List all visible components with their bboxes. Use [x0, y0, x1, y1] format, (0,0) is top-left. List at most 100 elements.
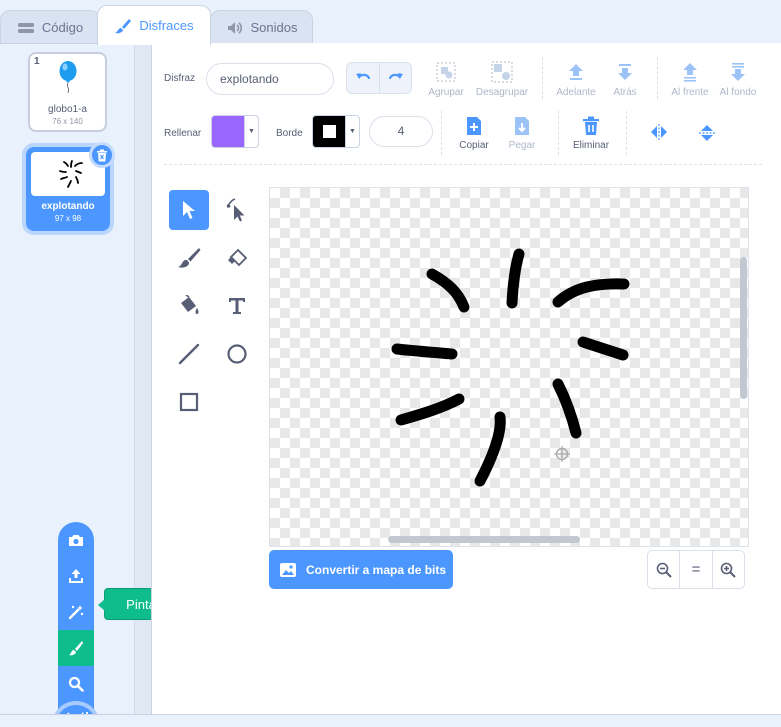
separator [441, 111, 442, 155]
copy-icon [467, 117, 481, 135]
flip-vertical-button[interactable] [677, 123, 737, 147]
costume-size: 76 x 140 [52, 117, 83, 126]
add-costume-menu [58, 522, 94, 722]
delete-button[interactable]: Eliminar [561, 116, 621, 151]
forward-label: Adelante [556, 87, 596, 98]
costume-size: 97 x 98 [54, 214, 82, 223]
brush-icon [115, 18, 132, 33]
redo-button[interactable] [379, 63, 411, 93]
zoom-reset-label: = [691, 561, 701, 578]
line-icon [178, 343, 200, 365]
backward-button[interactable]: Atrás [595, 61, 655, 98]
tab-sounds[interactable]: Sonidos [210, 10, 313, 44]
outline-width-input[interactable]: 4 [369, 116, 433, 147]
delete-costume-button[interactable] [89, 142, 115, 168]
line-tool[interactable] [169, 334, 209, 374]
redo-icon [388, 73, 403, 80]
zoom-out-button[interactable] [648, 551, 679, 588]
to-back-label: Al fondo [719, 87, 757, 98]
separator [558, 111, 559, 155]
dropdown-caret-icon: ▼ [349, 128, 356, 135]
zoom-in-icon [721, 562, 737, 578]
circle-icon [227, 344, 247, 364]
select-arrow-icon [183, 201, 195, 219]
to-back-button[interactable]: Al fondo [708, 61, 768, 98]
ungroup-icon [491, 61, 513, 83]
group-button[interactable]: Agrupar [416, 61, 476, 98]
trash-icon [583, 116, 599, 135]
outline-color-swatch [313, 116, 346, 147]
outline-label: Borde [276, 128, 303, 139]
undo-button[interactable] [347, 63, 379, 93]
costume-list: 1 globo1-a 76 x 140 2 explotando 97 x 98 [0, 43, 178, 727]
costume-name-label: Disfraz [164, 73, 196, 84]
upload-icon [69, 569, 83, 583]
convert-to-bitmap-button[interactable]: Convertir a mapa de bits [269, 550, 453, 589]
rectangle-icon [179, 392, 199, 412]
brush-icon [178, 248, 201, 268]
costume-number: 1 [34, 56, 40, 67]
tab-costumes[interactable]: Disfraces [97, 5, 211, 45]
upload-button[interactable] [58, 558, 94, 594]
camera-button[interactable] [58, 522, 94, 558]
canvas-horizontal-scrollbar[interactable] [388, 536, 580, 543]
rectangle-tool[interactable] [169, 382, 209, 422]
circle-tool[interactable] [217, 334, 257, 374]
eraser-icon [228, 248, 248, 267]
paint-canvas[interactable] [269, 187, 749, 547]
text-tool[interactable] [217, 286, 257, 326]
to-back-icon [731, 63, 745, 81]
to-front-icon [683, 63, 697, 82]
copy-label: Copiar [459, 140, 489, 151]
canvas-vertical-scrollbar[interactable] [740, 257, 747, 399]
paste-button[interactable]: Pegar [492, 116, 552, 151]
costume-item-selected[interactable]: 2 explotando 97 x 98 [26, 142, 115, 231]
fill-color-picker[interactable]: ▼ [211, 115, 259, 148]
paste-icon [515, 117, 529, 135]
convert-label: Convertir a mapa de bits [306, 562, 447, 577]
tab-code-label: Código [41, 20, 84, 35]
costume-item[interactable]: 1 globo1-a 76 x 140 [28, 52, 107, 132]
undo-icon [356, 73, 371, 80]
fill-tool[interactable] [169, 286, 209, 326]
reshape-tool[interactable] [217, 190, 257, 230]
text-icon [229, 298, 245, 314]
to-front-label: Al frente [671, 87, 709, 98]
rotation-center-icon [554, 446, 570, 462]
backward-icon [618, 64, 632, 80]
image-icon [280, 562, 296, 577]
flip-horizontal-icon [651, 124, 667, 140]
zoom-reset-button[interactable]: = [679, 551, 711, 588]
eraser-tool[interactable] [217, 238, 257, 278]
surprise-button[interactable] [58, 594, 94, 630]
balloon-thumbnail [59, 61, 77, 94]
outline-color-picker[interactable]: ▼ [312, 115, 360, 148]
flip-vertical-icon [699, 125, 715, 141]
tab-code[interactable]: Código [0, 10, 100, 44]
search-icon [68, 676, 84, 692]
bottom-bar [0, 714, 781, 727]
costume-name: explotando [41, 201, 95, 212]
group-label: Agrupar [428, 87, 464, 98]
paint-bucket-icon [181, 295, 199, 314]
undo-redo-group [346, 62, 412, 94]
paint-editor: Disfraz explotando Agrupar Desagrupar Ad… [151, 43, 781, 715]
surprise-icon [68, 605, 84, 620]
brush-tool[interactable] [169, 238, 209, 278]
speaker-icon [227, 21, 242, 34]
costume-name: globo1-a [48, 104, 87, 115]
zoom-in-button[interactable] [711, 551, 744, 588]
ungroup-label: Desagrupar [475, 87, 529, 98]
dropdown-caret-icon: ▼ [248, 128, 255, 135]
explosion-drawing [391, 248, 630, 487]
costume-name-input[interactable]: explotando [206, 63, 334, 95]
separator [542, 57, 543, 99]
paste-label: Pegar [508, 140, 536, 151]
paint-button[interactable] [58, 630, 94, 666]
select-tool[interactable] [169, 190, 209, 230]
tab-costumes-label: Disfraces [139, 18, 194, 33]
ungroup-button[interactable]: Desagrupar [472, 61, 532, 98]
search-button[interactable] [58, 666, 94, 702]
forward-icon [569, 64, 583, 80]
zoom-out-icon [656, 562, 672, 578]
